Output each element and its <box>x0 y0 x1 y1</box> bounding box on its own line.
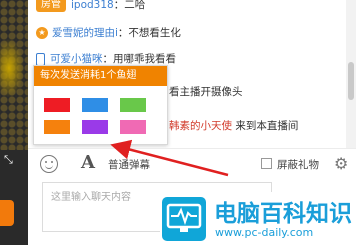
chat-text: 来到本直播间 <box>232 120 299 132</box>
settings-gear-icon[interactable]: ⚙ <box>334 154 348 173</box>
color-swatch[interactable] <box>44 98 70 112</box>
chat-text: 不想看生化 <box>128 27 181 39</box>
watermark-title: 电脑百科知识 <box>214 201 352 227</box>
barrage-color-popup: 每次发送消耗1个鱼翅 <box>33 65 168 145</box>
level-badge-icon: ★ <box>36 27 48 39</box>
room-admin-badge: 房管 <box>36 0 66 12</box>
chat-message: 看主播开摄像头 <box>169 84 243 100</box>
chat-username[interactable]: 爱雪妮的理由i <box>52 27 118 39</box>
chat-message: 韩素的小天使 来到本直播间 <box>169 118 298 134</box>
chat-text: 用哪乖我看看 <box>113 53 176 65</box>
chat-message: 房管 ipod318：二哈 <box>36 0 145 13</box>
chat-username[interactable]: ipod318 <box>71 0 114 11</box>
popup-title: 每次发送消耗1个鱼翅 <box>34 66 167 86</box>
chat-username[interactable]: 可爱小猫咪 <box>50 53 103 65</box>
chat-username[interactable]: 韩素的小天使 <box>169 120 232 132</box>
side-tab[interactable] <box>0 200 14 226</box>
emoji-icon[interactable] <box>40 155 58 173</box>
video-glow <box>0 38 24 98</box>
block-gifts-checkbox[interactable] <box>261 158 272 169</box>
color-swatch[interactable] <box>120 120 146 134</box>
video-panel-edge: ⤡ <box>0 0 28 245</box>
color-swatch[interactable] <box>44 120 70 134</box>
site-watermark: 电脑百科知识 www.pc-daily.com <box>160 192 356 245</box>
font-style-icon[interactable]: A <box>81 152 95 173</box>
color-swatch[interactable] <box>82 98 108 112</box>
color-swatch-grid <box>44 98 146 134</box>
mobile-icon <box>36 52 45 66</box>
pulse-monitor-icon <box>162 197 206 241</box>
chat-message: ★ 爱雪妮的理由i：不想看生化 <box>36 25 181 41</box>
block-gifts-label[interactable]: 屏蔽礼物 <box>277 157 319 172</box>
chat-text: 看主播开摄像头 <box>169 86 243 98</box>
barrage-type-label[interactable]: 普通弹幕 <box>108 157 150 172</box>
scrollbar-thumb[interactable] <box>348 62 354 100</box>
chat-toolbar: A 普通弹幕 屏蔽礼物 ⚙ <box>28 148 356 178</box>
chat-text: 二哈 <box>124 0 146 11</box>
color-swatch[interactable] <box>120 98 146 112</box>
expand-icon[interactable]: ⤡ <box>4 154 13 165</box>
color-swatch[interactable] <box>82 120 108 134</box>
watermark-url: www.pc-daily.com <box>215 226 314 239</box>
chat-scrollbar[interactable] <box>346 0 356 148</box>
